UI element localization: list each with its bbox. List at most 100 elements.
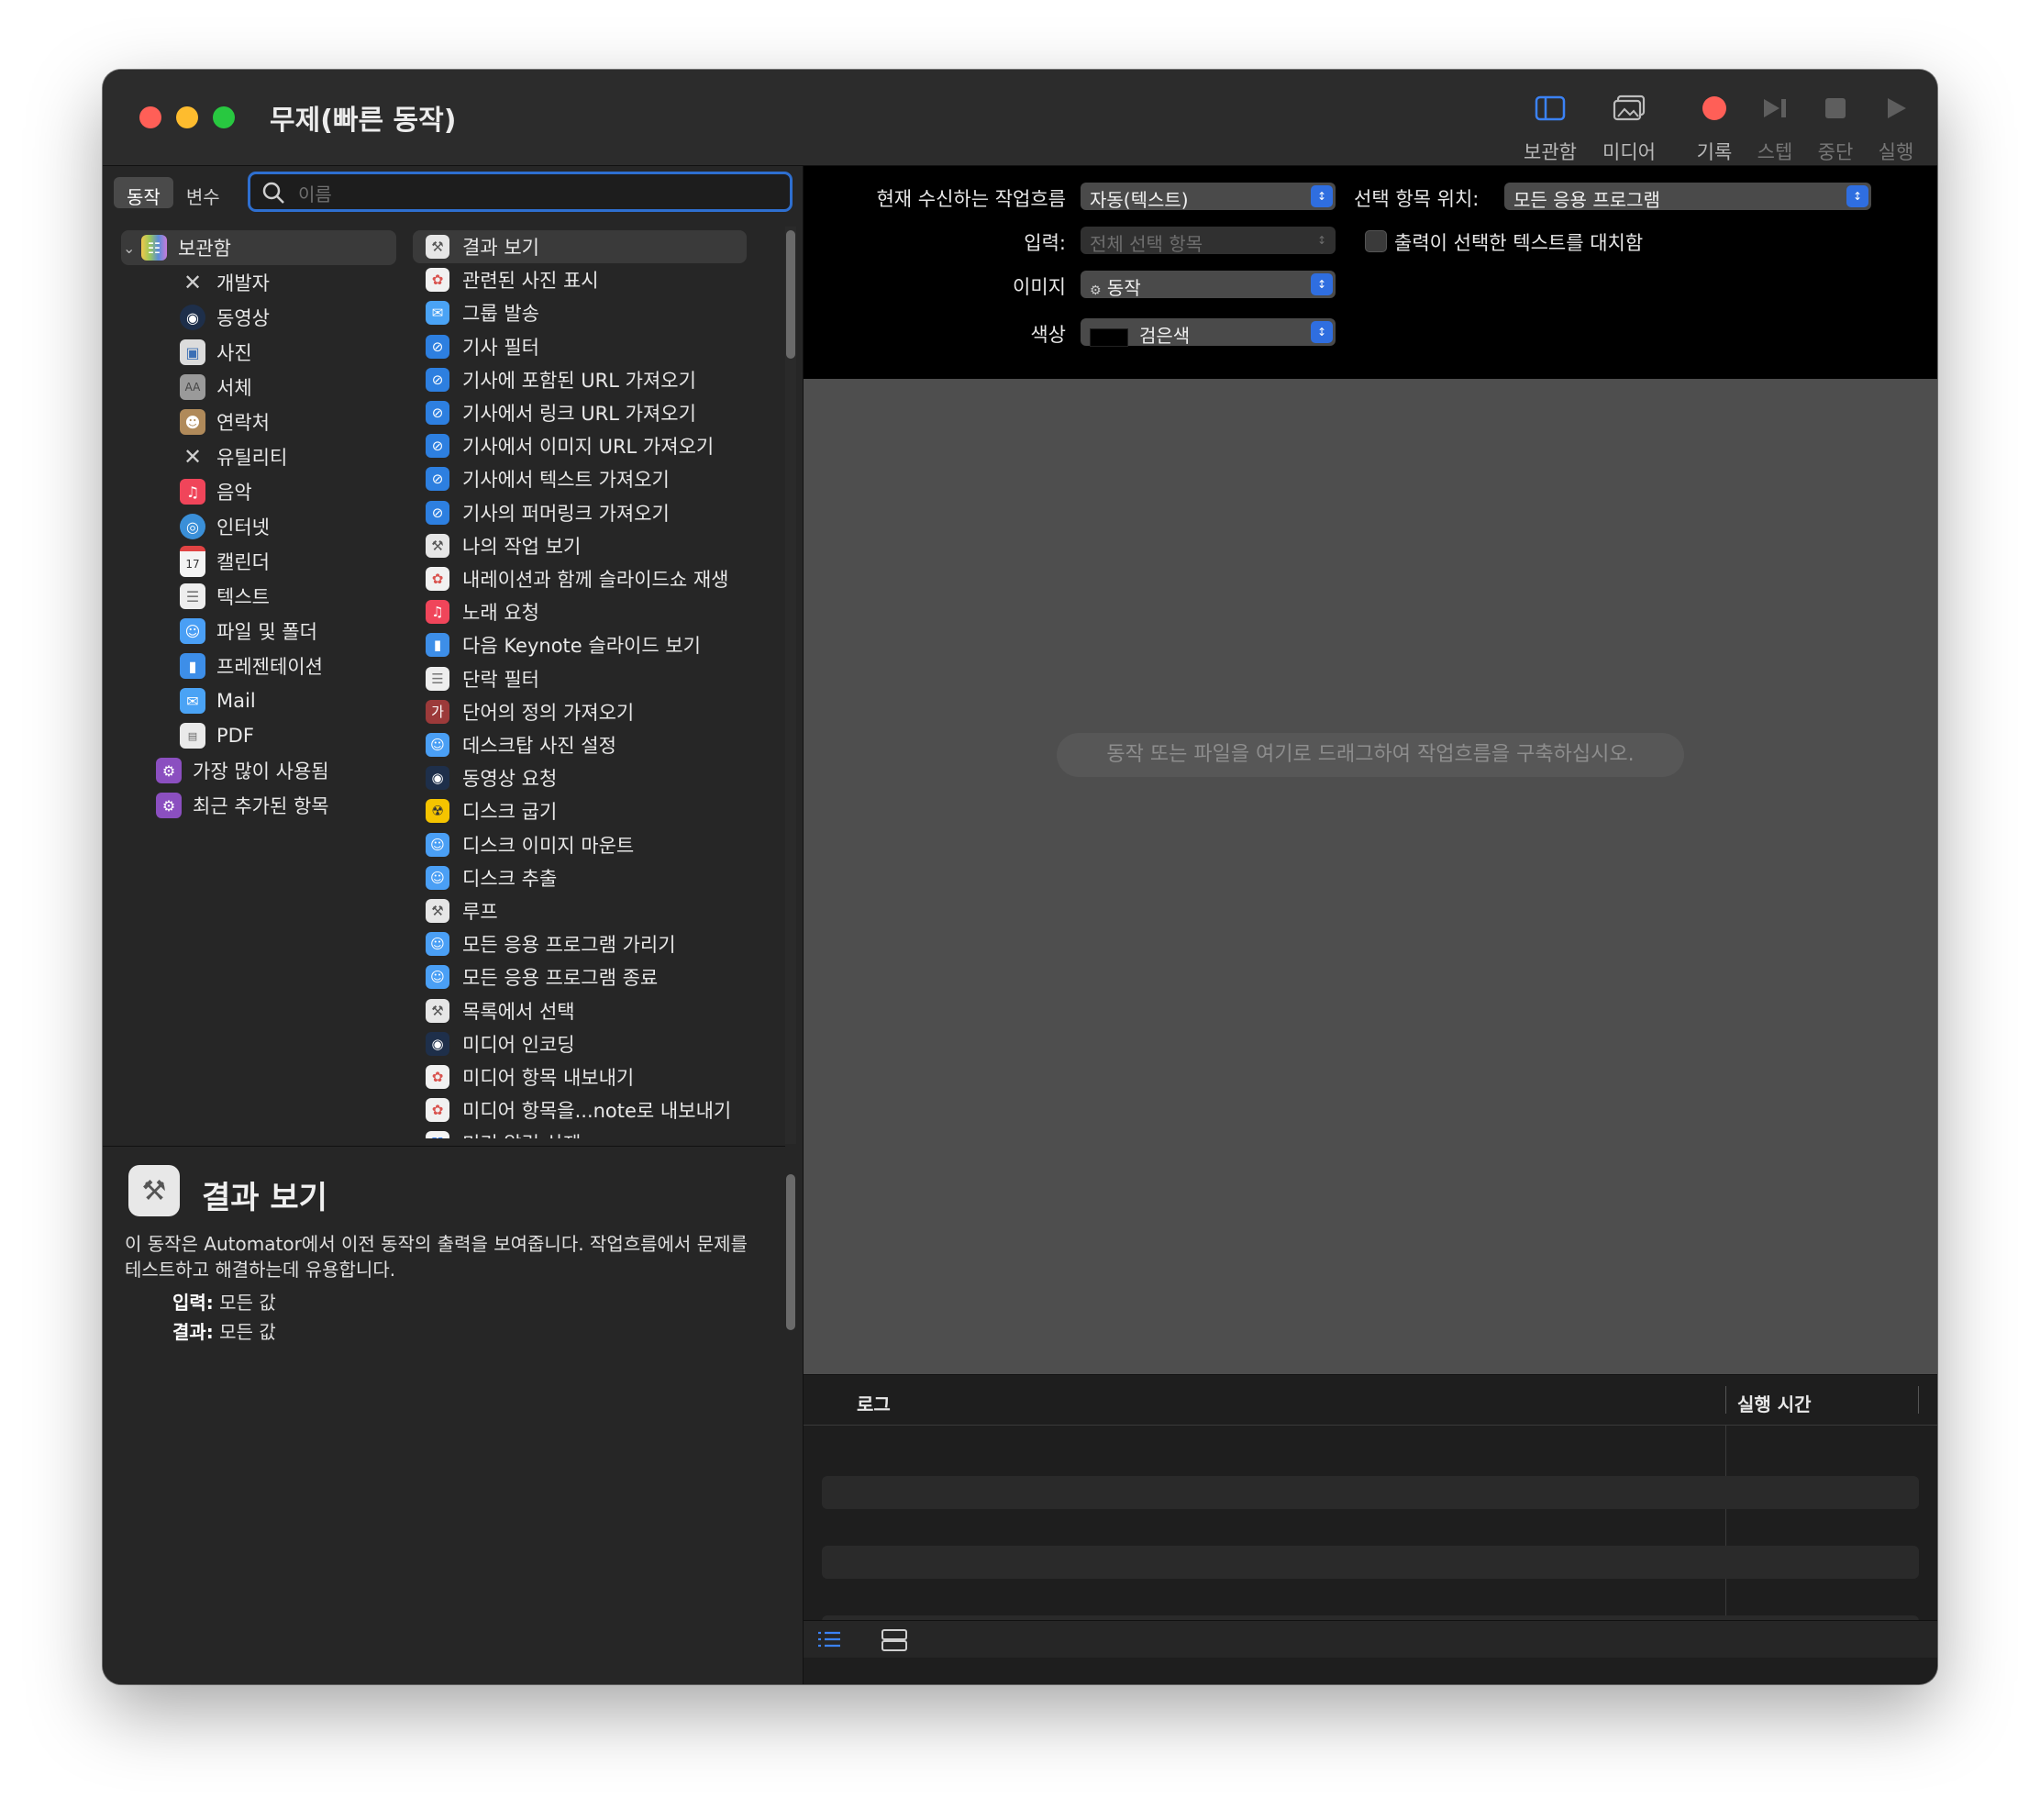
action-list-item[interactable]: ✿ 미디어 항목 내보내기 (413, 1060, 747, 1093)
keynote-icon: ▮ (180, 653, 205, 679)
library-item-label: 파일 및 폴더 (216, 621, 317, 643)
run-toolbar-button[interactable]: 실행 (1866, 90, 1926, 165)
media-toolbar-button[interactable]: 미디어 (1592, 90, 1666, 165)
action-list-item[interactable]: ⊘ 기사에서 텍스트 가져오기 (413, 462, 747, 495)
library-item-label: 서체 (216, 377, 252, 399)
action-list-item[interactable]: ⊘ 기사에서 이미지 URL 가져오기 (413, 429, 747, 462)
action-list-item[interactable]: ⚒ 결과 보기 (413, 230, 747, 263)
library-icon: ☷ (141, 235, 167, 261)
in-popup[interactable]: 모든 응용 프로그램 ↕ (1504, 183, 1871, 211)
input-popup[interactable]: 전체 선택 항목 ↕ (1081, 227, 1336, 255)
action-label: 나의 작업 보기 (462, 535, 582, 558)
action-list-item[interactable]: ⊘ 기사에 포함된 URL 가져오기 (413, 363, 747, 396)
column-separator[interactable] (1918, 1386, 1919, 1414)
action-icon: ☷ (426, 1131, 449, 1138)
replace-selection-checkbox[interactable] (1365, 230, 1387, 252)
action-icon: ⚒ (426, 235, 449, 259)
smart-folder-icon: ⚙ (156, 758, 182, 783)
action-icon: ✿ (426, 1065, 449, 1089)
color-popup[interactable]: 검은색 ↕ (1081, 318, 1336, 347)
action-label: 기사에서 텍스트 가져오기 (462, 469, 670, 492)
library-item-most-used[interactable]: ⚙ 가장 많이 사용됨 (103, 753, 449, 788)
action-list-item[interactable]: ⚒ 나의 작업 보기 (413, 529, 747, 562)
action-list-item[interactable]: ⊘ 기사의 퍼머링크 가져오기 (413, 496, 747, 529)
list-view-icon[interactable] (816, 1628, 842, 1654)
library-item-label: 인터넷 (216, 516, 270, 538)
action-list-item[interactable]: ☷ 미리 알림 삭제 (413, 1126, 747, 1138)
action-label: 동영상 요청 (462, 768, 558, 791)
action-list-item[interactable]: ☺ 디스크 이미지 마운트 (413, 828, 747, 861)
action-list-item[interactable]: ☺ 모든 응용 프로그램 종료 (413, 960, 747, 993)
minimize-button[interactable] (176, 106, 198, 128)
action-label: 그룹 발송 (462, 303, 539, 326)
action-list-item[interactable]: ✿ 내레이션과 함께 슬라이드쇼 재생 (413, 562, 747, 595)
library-toolbar-button[interactable]: 보관함 (1513, 90, 1587, 165)
tab-variables[interactable]: 변수 (173, 177, 233, 208)
scroll-thumb[interactable] (786, 1174, 795, 1330)
split-view-icon[interactable] (881, 1628, 908, 1656)
action-list-item[interactable]: 가 단어의 정의 가져오기 (413, 695, 747, 728)
action-label: 관련된 사진 표시 (462, 270, 599, 293)
action-icon: 가 (426, 699, 449, 724)
action-list-item[interactable]: ☢ 디스크 굽기 (413, 794, 747, 827)
library-item-root[interactable]: ⌄ ☷ 보관함 (121, 230, 396, 265)
workflow-canvas[interactable]: 동작 또는 파일을 여기로 드래그하여 작업흐름을 구축하십시오. (804, 379, 1937, 1374)
zoom-button[interactable] (213, 106, 235, 128)
action-list-item[interactable]: ◉ 미디어 인코딩 (413, 1027, 747, 1060)
stop-label: 중단 (1817, 141, 1854, 163)
log-row (822, 1476, 1919, 1509)
description-result: 결과: 모든 값 (172, 1317, 276, 1344)
window-title: 무제(빠른 동작) (270, 105, 457, 137)
replace-selection-label: 출력이 선택한 텍스트를 대치함 (1394, 232, 1644, 254)
action-icon: ☺ (426, 832, 449, 857)
mail-icon: ✉ (180, 688, 205, 714)
disclosure-chevron-icon[interactable]: ⌄ (123, 239, 141, 257)
result-key: 결과: (172, 1321, 214, 1343)
actions-scrollbar[interactable] (785, 227, 796, 1144)
action-list-item[interactable]: ☰ 단락 필터 (413, 662, 747, 695)
action-label: 기사에서 링크 URL 가져오기 (462, 403, 696, 425)
action-list-item[interactable]: ✿ 관련된 사진 표시 (413, 263, 747, 296)
library-item-recently-added[interactable]: ⚙ 최근 추가된 항목 (103, 788, 449, 823)
step-toolbar-button[interactable]: 스텝 (1745, 90, 1805, 165)
action-list-item[interactable]: ⊘ 기사 필터 (413, 330, 747, 363)
close-button[interactable] (139, 106, 161, 128)
record-toolbar-button[interactable]: 기록 (1682, 90, 1746, 165)
action-label: 데스크탑 사진 설정 (462, 735, 616, 757)
step-icon (1745, 90, 1805, 127)
image-popup[interactable]: ⚙ 동작 ↕ (1081, 271, 1336, 299)
receives-popup[interactable]: 자동(텍스트) ↕ (1081, 183, 1336, 211)
text-icon: ☰ (180, 583, 205, 609)
column-separator[interactable] (1725, 1386, 1726, 1414)
action-list-item[interactable]: ⊘ 기사에서 링크 URL 가져오기 (413, 396, 747, 429)
description-scrollbar[interactable] (785, 1171, 796, 1336)
action-list-item[interactable]: ⚒ 루프 (413, 894, 747, 927)
action-list-item[interactable]: ♫ 노래 요청 (413, 595, 747, 628)
action-list-item[interactable]: ☺ 모든 응용 프로그램 가리기 (413, 927, 747, 960)
action-label: 디스크 추출 (462, 867, 558, 890)
action-icon: ▮ (426, 633, 449, 658)
action-icon: ☺ (426, 865, 449, 890)
log-column-header[interactable]: 로그 (857, 1390, 891, 1416)
action-list-item[interactable]: ✿ 미디어 항목을...note로 내보내기 (413, 1093, 747, 1126)
search-field[interactable]: 이름 (248, 172, 793, 212)
action-label: 단어의 정의 가져오기 (462, 701, 635, 724)
action-list-item[interactable]: ▮ 다음 Keynote 슬라이드 보기 (413, 628, 747, 661)
tab-actions[interactable]: 동작 (114, 177, 173, 208)
action-list-item[interactable]: ☺ 디스크 추출 (413, 861, 747, 894)
action-label: 기사에 포함된 URL 가져오기 (462, 369, 696, 392)
stop-toolbar-button[interactable]: 중단 (1805, 90, 1866, 165)
action-list-item[interactable]: ◉ 동영상 요청 (413, 761, 747, 794)
action-list-item[interactable]: ✉ 그룹 발송 (413, 296, 747, 329)
run-label: 실행 (1878, 141, 1914, 163)
action-label: 미리 알림 삭제 (462, 1129, 581, 1138)
pdf-icon: ▤ (180, 723, 205, 749)
library-item-label: 개발자 (216, 272, 270, 294)
action-icon: ⊘ (426, 434, 449, 459)
duration-column-header[interactable]: 실행 시간 (1737, 1390, 1812, 1416)
action-list-item[interactable]: ☺ 데스크탑 사진 설정 (413, 728, 747, 761)
action-label: 기사 필터 (462, 336, 539, 359)
input-key: 입력: (172, 1292, 214, 1314)
scroll-thumb[interactable] (786, 230, 795, 359)
action-list-item[interactable]: ⚒ 목록에서 선택 (413, 994, 747, 1027)
